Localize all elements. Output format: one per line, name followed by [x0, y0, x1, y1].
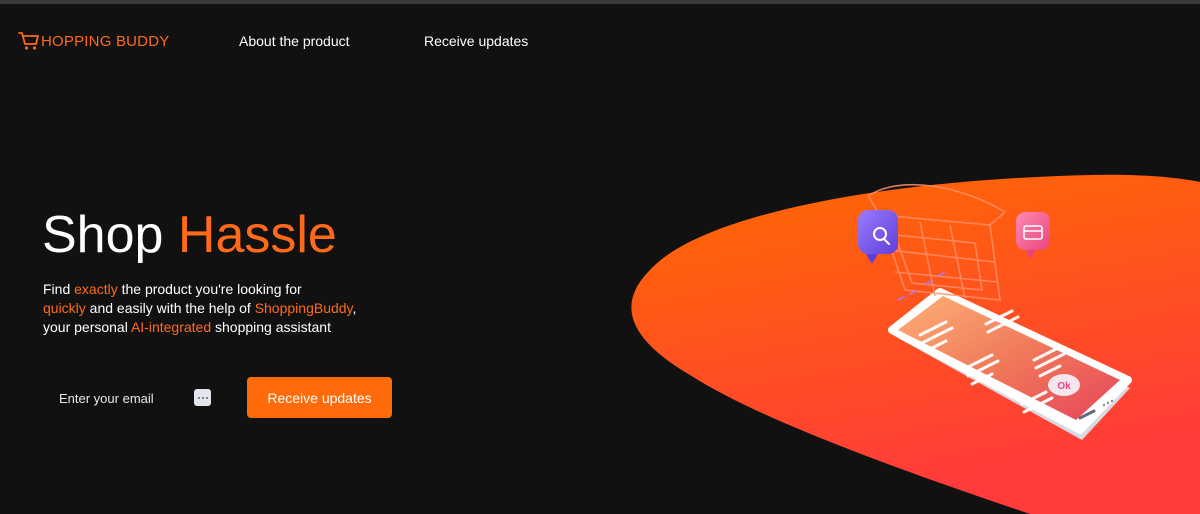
desc-accent-ai-integrated: AI-integrated	[130, 319, 212, 335]
hero-title-hassle: Hassle	[177, 206, 337, 264]
desc-accent-quickly: quickly	[43, 300, 86, 316]
desc-accent-shoppingbuddy: ShoppingBuddy	[254, 300, 353, 316]
ok-badge-text: Ok	[1057, 381, 1071, 392]
receive-updates-button[interactable]: Receive updates	[247, 377, 392, 418]
email-field-wrapper	[43, 378, 223, 418]
hero-title: Shop Hassle	[42, 206, 337, 266]
desc-text: ,	[352, 300, 357, 316]
desc-text: shopping assistant	[211, 319, 331, 335]
desc-text: your personal	[43, 319, 131, 335]
desc-text: the product you're looking for	[117, 281, 302, 297]
hero-description: Find exactly the product you're looking …	[43, 280, 423, 337]
desc-text: Find	[43, 281, 75, 297]
desc-accent-exactly: exactly	[74, 281, 118, 297]
hero-title-shop: Shop	[42, 206, 164, 264]
desc-text: and easily with the help of	[85, 300, 255, 316]
autofill-dots-icon[interactable]	[194, 389, 211, 406]
